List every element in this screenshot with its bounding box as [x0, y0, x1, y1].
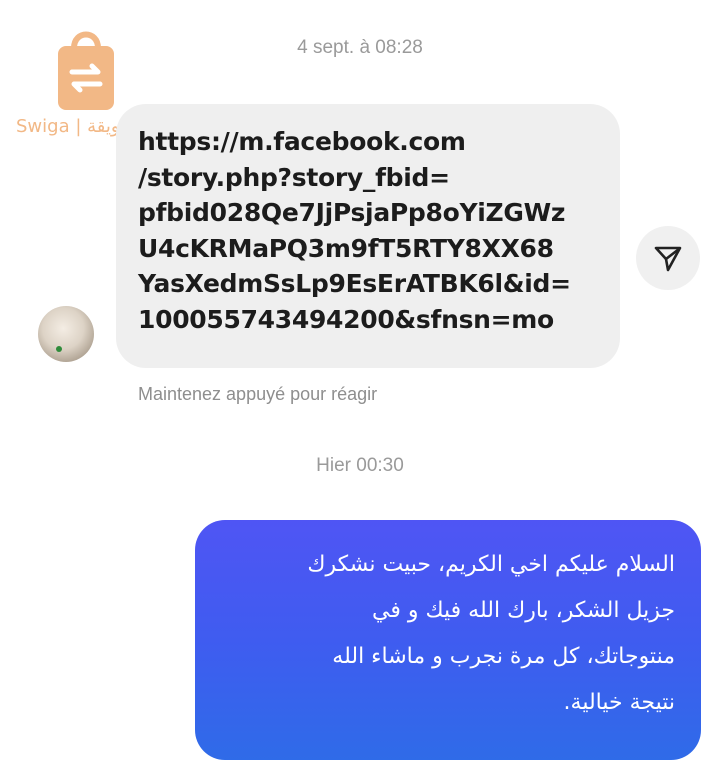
react-hint-text: Maintenez appuyé pour réagir	[138, 384, 378, 404]
message-timestamp: Hier 00:30	[316, 455, 404, 476]
sender-avatar[interactable]	[38, 306, 94, 362]
message-text-line: منتوجاتك، كل مرة نجرب و ماشاء الله	[332, 644, 675, 669]
message-link-line[interactable]: pfbid028Qe7JjPsjaPp8oYiZGWz	[138, 195, 620, 231]
send-arrow-icon	[654, 246, 682, 272]
shopping-bag-swap-icon	[58, 31, 114, 110]
message-link-line[interactable]: https://m.facebook.com	[138, 124, 620, 160]
message-text-line: جزيل الشكر، بارك الله فيك و في	[372, 598, 675, 623]
message-link-line[interactable]: /story.php?story_fbid=	[138, 160, 620, 196]
outgoing-message-bubble[interactable]: السلام عليكم اخي الكريم، حبيت نشكرك جزيل…	[195, 520, 701, 760]
incoming-message-bubble[interactable]: https://m.facebook.com /story.php?story_…	[116, 104, 620, 368]
message-link-line[interactable]: YasXedmSsLp9EsErATBK6l&id=	[138, 266, 620, 302]
share-message-button[interactable]	[636, 226, 700, 290]
message-link-line[interactable]: 100055743494200&sfnsn=mo	[138, 302, 620, 338]
message-link-line[interactable]: U4cKRMaPQ3m9fT5RTY8XX68	[138, 231, 620, 267]
message-text-line: السلام عليكم اخي الكريم، حبيت نشكرك	[307, 552, 675, 577]
message-text-line: نتيجة خيالية.	[563, 690, 675, 715]
